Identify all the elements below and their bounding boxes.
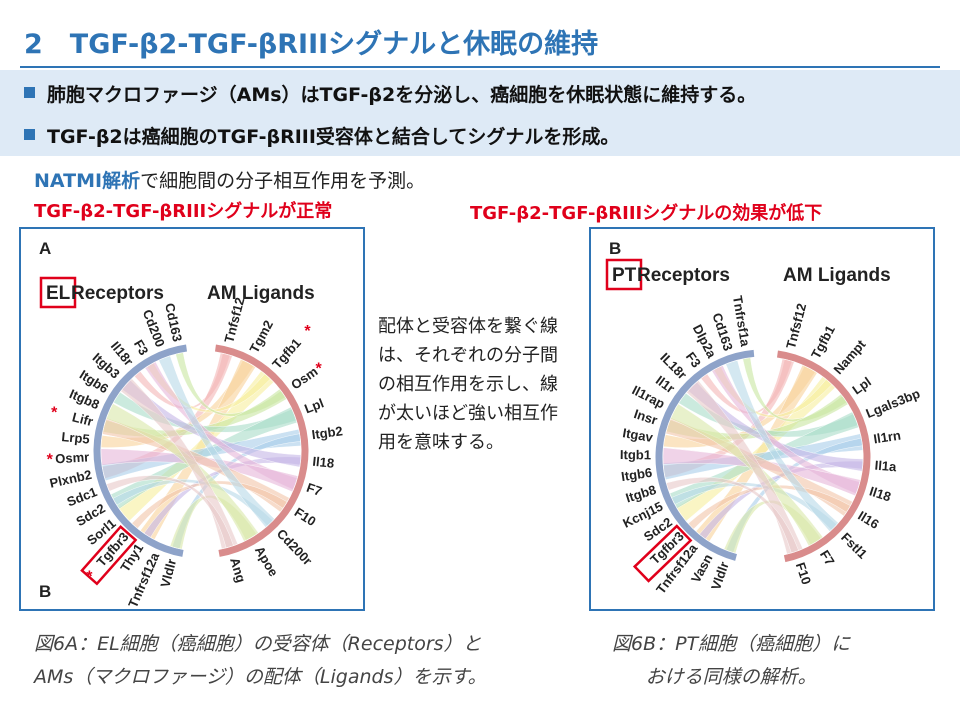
chord-panel-b: Tnfrsf1a Cd163 Dlp2a F3 IL18r Il1r Il1rap Insr I… [589,227,935,611]
label-fstl1: Fstl1 [838,530,870,562]
left-status-label: TGF-β2-TGF-βRIIIシグナルが正常 [34,201,333,222]
label-il1rn: Il1rn [872,428,901,447]
label-tgfb1: Tgfb1 [808,323,838,361]
label-f10: F10 [292,504,319,529]
asterisk-icon: * [51,404,58,421]
chord-diagram-b: Tnfrsf1aCd163Dlp2aF3IL18rIl1rIl1rapInsrI… [605,239,923,597]
label-nampt: Nampt [831,336,869,377]
description-text: 配体と受容体を繋ぐ線は、それぞれの分子間の相互作用を示し、線が太いほど強い相互作… [378,316,558,453]
bullet-square-icon [24,129,35,140]
label-insr: Insr [632,406,659,428]
label-itgb6: Itgb6 [620,465,653,484]
panel-letter: A [39,239,51,258]
asterisk-icon: * [47,451,54,468]
asterisk-icon: * [316,361,323,378]
chord-group [100,352,302,550]
analysis-rest: で細胞間の分子相互作用を予測。 [140,170,426,192]
asterisk-icon: * [304,323,311,340]
bullet-1: 肺胞マクロファージ（AMs）はTGF-β2を分泌し、癌細胞を休眠状態に維持する。 [24,80,756,107]
bullet-2-text: TGF-β2は癌細胞のTGF-βRIII受容体と結合してシグナルを形成。 [47,126,620,148]
slide-title: 2 TGF-β2-TGF-βRIIIシグナルと休眠の維持 [24,29,599,60]
analysis-text: NATMI解析で細胞間の分子相互作用を予測。 [34,166,425,193]
title-underline [20,66,940,68]
label-lpl: Lpl [849,374,874,398]
bullet-box: 肺胞マクロファージ（AMs）はTGF-β2を分泌し、癌細胞を休眠状態に維持する。… [0,70,960,156]
label-il18: Il18 [312,454,335,471]
label-f7: F7 [305,480,324,499]
label-il1a: Il1a [874,458,898,475]
caption-right: 図6B：PT細胞（癌細胞）に おける同様の解析。 [612,628,850,694]
right-status-label: TGF-β2-TGF-βRIIIシグナルの効果が低下 [470,203,823,224]
label-itgb1: Itgb1 [620,447,651,462]
label-lifr: Lifr [71,409,95,429]
label-vldlr: Vldlr [157,557,179,589]
label-tgfb1: Tgfb1 [269,335,304,371]
caption-left: 図6A：EL細胞（癌細胞）の受容体（Receptors）と AMs（マクロファー… [34,628,487,694]
receptor-prefix: PT [612,265,637,286]
bullet-square-icon [24,87,35,98]
label-il16: Il16 [855,508,881,532]
label-tnfsf12: Tnfsf12 [783,302,809,351]
caption-right-line-2: おける同様の解析。 [645,666,817,688]
label-il18: Il18 [868,483,893,504]
receptor-prefix: EL [46,283,71,304]
chord-group [662,357,864,555]
label-ang: Ang [227,556,249,585]
ligands-header: AM Ligands [207,283,315,304]
panel-bottom-letter: B [39,582,51,601]
caption-right-line-1: 図6B：PT細胞（癌細胞）に [612,633,851,655]
bullet-1-text: 肺胞マクロファージ（AMs）はTGF-β2を分泌し、癌細胞を休眠状態に維持する。 [47,84,757,106]
label-lrp5: Lrp5 [61,429,90,447]
analysis-highlight: NATMI解析 [34,170,141,192]
label-f7: F7 [817,547,838,568]
bullet-2: TGF-β2は癌細胞のTGF-βRIII受容体と結合してシグナルを形成。 [24,122,619,149]
chord-diagram-a: Cd163Cd200F3Il18rItgb3Itgb6Itgb8Lifr*Lrp… [39,239,344,609]
caption-left-line-2: AMs（マクロファージ）の配体（Ligands）を示す。 [34,666,487,688]
label-itgb2: Itgb2 [311,423,344,442]
chord-panel-a: Cd163 Cd200 F3 Il18r Itgb3 Itgb6 Itgb8 Lifr * Lrp… [19,227,365,611]
label-f10: F10 [793,560,814,586]
label-apoe: Apoe [252,543,281,579]
ligands-header: AM Ligands [783,265,891,286]
receptors-header: Receptors [637,265,730,286]
caption-left-line-1: 図6A：EL細胞（癌細胞）の受容体（Receptors）と [34,633,482,655]
receptors-header: Receptors [71,283,164,304]
label-itgav: Itgav [622,425,655,445]
label-f3: F3 [131,337,152,358]
panel-letter: B [609,239,621,258]
label-osmr: Osmr [55,449,90,466]
label-lgals3bp: Lgals3bp [864,386,923,421]
label-cd200r: Cd200r [274,526,315,568]
label-tgm2: Tgm2 [246,318,276,356]
label-lpl: Lpl [302,395,326,416]
